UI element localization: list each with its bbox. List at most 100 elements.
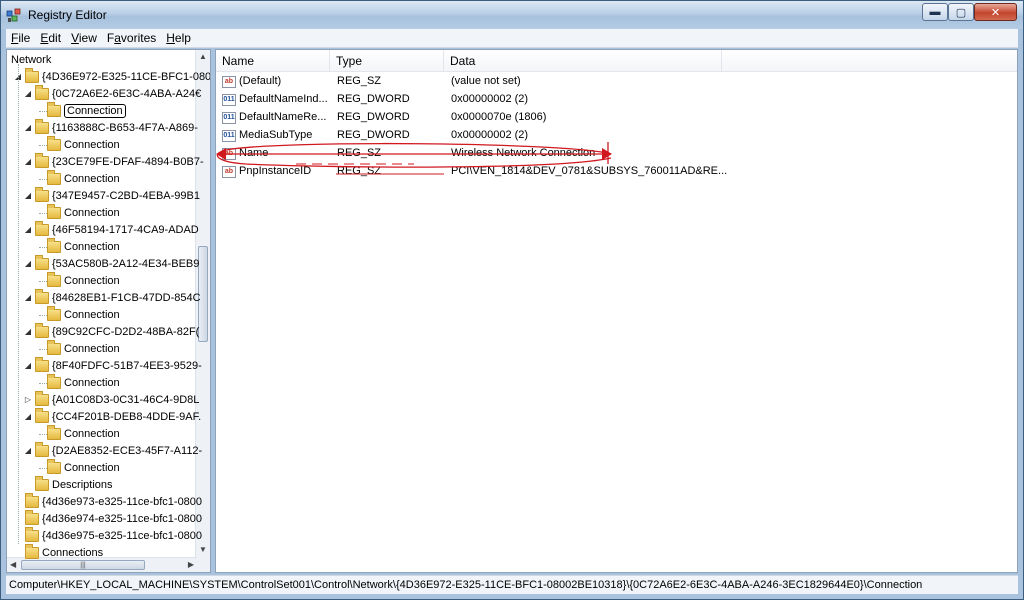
- tree-item[interactable]: ◢ {84628EB1-F1CB-47DD-854C: [23, 288, 201, 306]
- tree-item[interactable]: ▷ {A01C08D3-0C31-46C4-9D8L: [23, 390, 199, 408]
- tree-item-label: Connections: [42, 546, 104, 559]
- value-data: 0x00000002 (2): [451, 93, 529, 105]
- tree-item-connection[interactable]: Connection: [41, 271, 120, 289]
- tree-item[interactable]: ◢ {23CE79FE-DFAF-4894-B0B7-: [23, 152, 204, 170]
- collapse-arrow-icon[interactable]: ◢: [23, 327, 33, 336]
- value-row[interactable]: 011 DefaultNameInd... REG_DWORD 0x00000002 …: [216, 91, 1017, 109]
- registry-tree[interactable]: Network ▲ ▼ ◀ ||| ▶ ◢ {4D36E972-E325-11CE…: [6, 49, 211, 573]
- collapse-arrow-icon[interactable]: ◢: [23, 89, 33, 98]
- tree-item[interactable]: ◢ {CC4F201B-DEB8-4DDE-9AF.: [23, 407, 201, 425]
- column-header-label: Data: [450, 54, 476, 68]
- menu-help[interactable]: HelpHelp: [161, 31, 196, 45]
- tree-item-label: Connection: [64, 240, 120, 253]
- menu-favorites[interactable]: FavoritesFavorites: [102, 31, 161, 45]
- value-row[interactable]: ab PnpInstanceID REG_SZ PCI\VEN_1814&DEV_07…: [216, 163, 1017, 181]
- value-data: 0x00000002 (2): [451, 129, 529, 141]
- menu-file[interactable]: FileFile: [6, 31, 35, 45]
- maximize-icon: ▢: [955, 6, 967, 19]
- tree-item-connection[interactable]: Connection: [41, 424, 120, 442]
- menu-edit[interactable]: EditEdit: [35, 31, 66, 45]
- string-value-icon: ab: [222, 148, 236, 160]
- scroll-right-icon[interactable]: ▶: [188, 560, 194, 569]
- menu-bar: FileFileEditEditViewViewFavoritesFavorit…: [6, 29, 1018, 48]
- tree-item-label: Connection: [64, 274, 120, 287]
- tree-item[interactable]: ◢ {89C92CFC-D2D2-48BA-82F(: [23, 322, 200, 340]
- tree-item-connection[interactable]: Connection: [41, 373, 120, 391]
- tree-connector-line: [39, 213, 47, 214]
- tree-item-label: {4D36E972-E325-11CE-BFC1-080: [42, 70, 211, 83]
- tree-item-label: {89C92CFC-D2D2-48BA-82F(: [52, 325, 200, 338]
- hscroll-thumb[interactable]: |||: [21, 560, 145, 570]
- collapse-arrow-icon[interactable]: ◢: [23, 123, 33, 132]
- tree-item-label: {46F58194-1717-4CA9-ADAD: [52, 223, 199, 236]
- menu-label-visible: Edit: [40, 31, 62, 45]
- tree-item-connection[interactable]: Connection: [41, 458, 120, 476]
- collapse-arrow-icon[interactable]: ◢: [23, 412, 33, 421]
- tree-item-connection[interactable]: Connection: [41, 169, 120, 187]
- tree-item[interactable]: ◢ {8F40FDFC-51B7-4EE3-9529-: [23, 356, 202, 374]
- status-bar: Computer\HKEY_LOCAL_MACHINE\SYSTEM\Contr…: [6, 575, 1018, 594]
- tree-item-connection[interactable]: Connection: [41, 305, 120, 323]
- value-row[interactable]: 011 DefaultNameRe... REG_DWORD 0x0000070e (…: [216, 109, 1017, 127]
- values-list[interactable]: Name Type Data ab (Default) REG_SZ (value n…: [215, 49, 1018, 573]
- tree-item-label: Descriptions: [52, 478, 113, 491]
- tree-item-label: Connection: [64, 461, 120, 474]
- collapse-arrow-icon[interactable]: ◢: [23, 446, 33, 455]
- folder-icon: [47, 101, 61, 117]
- tree-item[interactable]: ◢ {D2AE8352-ECE3-45F7-A112-: [23, 441, 203, 459]
- title-bar[interactable]: Registry Editor ▬ ▢ ✕: [1, 1, 1023, 29]
- column-header-label: Name: [222, 54, 255, 68]
- expand-arrow-icon[interactable]: ▷: [23, 395, 33, 404]
- binary-value-icon: 011: [222, 94, 236, 106]
- column-header-type[interactable]: Type: [330, 50, 444, 72]
- grip-icon: |||: [80, 561, 86, 569]
- collapse-arrow-icon[interactable]: ◢: [23, 259, 33, 268]
- value-name: PnpInstanceID: [239, 165, 312, 177]
- menu-label-visible: File: [11, 31, 31, 45]
- column-header-data[interactable]: Data: [444, 50, 722, 72]
- scroll-up-icon[interactable]: ▲: [199, 52, 207, 61]
- tree-connector-line: [39, 349, 47, 350]
- collapse-arrow-icon[interactable]: ◢: [23, 361, 33, 370]
- tree-item[interactable]: ◢ {0C72A6E2-6E3C-4ABA-A24€: [23, 84, 201, 102]
- tree-connector-line: [18, 64, 19, 544]
- menu-label-visible: Help: [166, 31, 191, 45]
- value-row[interactable]: ab (Default) REG_SZ (value not set): [216, 73, 1017, 91]
- scroll-down-icon[interactable]: ▼: [199, 545, 207, 554]
- tree-item[interactable]: Connections: [13, 543, 104, 561]
- close-button[interactable]: ✕: [974, 3, 1017, 21]
- tree-item[interactable]: {4d36e973-e325-11ce-bfc1-0800: [13, 492, 202, 510]
- collapse-arrow-icon[interactable]: ◢: [23, 157, 33, 166]
- tree-item-connection[interactable]: Connection: [41, 135, 120, 153]
- tree-item[interactable]: ◢ {347E9457-C2BD-4EBA-99B1: [23, 186, 200, 204]
- tree-item[interactable]: Descriptions: [23, 475, 113, 493]
- tree-item[interactable]: {4d36e975-e325-11ce-bfc1-0800: [13, 526, 202, 544]
- tree-item[interactable]: ◢ {53AC580B-2A12-4E34-BEB9: [23, 254, 199, 272]
- tree-item[interactable]: ◢ {1163888C-B653-4F7A-A869-: [23, 118, 198, 136]
- collapse-arrow-icon[interactable]: ◢: [23, 191, 33, 200]
- tree-connector-line: [39, 247, 47, 248]
- tree-item-connection[interactable]: Connection: [41, 101, 126, 119]
- folder-icon: [47, 135, 61, 151]
- tree-connector-line: [39, 145, 47, 146]
- tree-item[interactable]: ◢ {46F58194-1717-4CA9-ADAD: [23, 220, 199, 238]
- menu-view[interactable]: ViewView: [66, 31, 102, 45]
- value-row[interactable]: 011 MediaSubType REG_DWORD 0x00000002 (2): [216, 127, 1017, 145]
- column-header-name[interactable]: Name: [216, 50, 330, 72]
- minimize-button[interactable]: ▬: [922, 3, 948, 21]
- tree-item-label: {D2AE8352-ECE3-45F7-A112-: [52, 444, 203, 457]
- value-row[interactable]: ab Name REG_SZ Wireless Network Connection: [216, 145, 1017, 163]
- collapse-arrow-icon[interactable]: ◢: [23, 293, 33, 302]
- tree-item-connection[interactable]: Connection: [41, 203, 120, 221]
- folder-icon: [35, 390, 49, 406]
- collapse-arrow-icon[interactable]: ◢: [23, 225, 33, 234]
- maximize-button[interactable]: ▢: [948, 3, 974, 21]
- tree-item[interactable]: ◢ {4D36E972-E325-11CE-BFC1-080: [13, 67, 211, 85]
- tree-item[interactable]: {4d36e974-e325-11ce-bfc1-0800: [13, 509, 202, 527]
- scroll-left-icon[interactable]: ◀: [10, 560, 16, 569]
- tree-item-connection[interactable]: Connection: [41, 339, 120, 357]
- tree-item-connection[interactable]: Connection: [41, 237, 120, 255]
- menu-label-visible: View: [71, 31, 97, 45]
- folder-icon: [35, 118, 49, 134]
- folder-icon: [35, 288, 49, 304]
